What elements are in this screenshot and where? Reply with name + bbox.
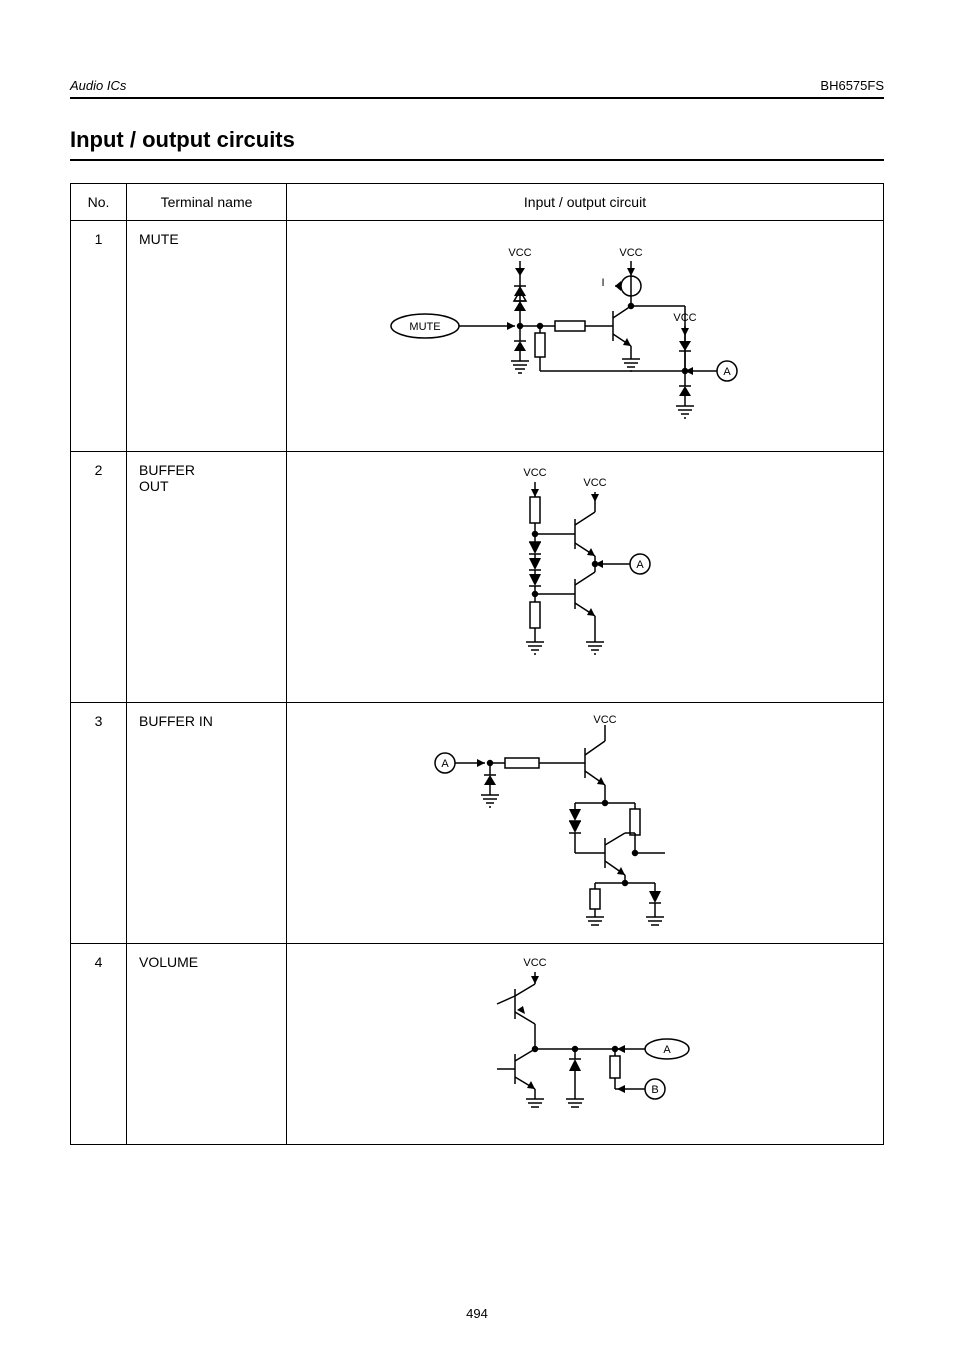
table-row: 2 BUFFER OUT	[71, 452, 884, 703]
label: A	[663, 1044, 671, 1056]
label: MUTE	[409, 321, 440, 333]
row-circuit: MUTE VCC VCC I VCC A	[287, 221, 884, 452]
label: A	[723, 366, 731, 378]
page-header: Audio ICs BH6575FS	[70, 78, 884, 93]
row-no: 2	[71, 452, 127, 703]
row-circuit: VCC A B	[287, 944, 884, 1145]
label: A	[441, 758, 449, 770]
label: VCC	[673, 312, 696, 324]
header-rule	[70, 97, 884, 99]
page-number: 494	[0, 1306, 954, 1321]
circuit-svg: MUTE VCC VCC I VCC A	[355, 231, 815, 441]
section-title: Input / output circuits	[70, 127, 884, 153]
col-name: Terminal name	[127, 184, 287, 221]
doc-id: BH6575FS	[820, 78, 884, 93]
row-no: 4	[71, 944, 127, 1145]
label: VCC	[523, 467, 546, 479]
label: A	[636, 559, 644, 571]
row-no: 1	[71, 221, 127, 452]
label: VCC	[508, 247, 531, 259]
table-row: 3 BUFFER IN	[71, 703, 884, 944]
circuit-svg: VCC VCC A	[445, 462, 725, 692]
brand-text: Audio ICs	[70, 78, 126, 93]
col-circ: Input / output circuit	[287, 184, 884, 221]
row-name: BUFFER IN	[127, 703, 287, 944]
label: B	[651, 1084, 658, 1096]
label: VCC	[523, 957, 546, 969]
row-name: MUTE	[127, 221, 287, 452]
section-rule	[70, 159, 884, 161]
circuit-svg: A VCC	[405, 713, 765, 933]
circuit-svg: VCC A B	[405, 954, 765, 1134]
label: VCC	[593, 714, 616, 726]
label: VCC	[583, 477, 606, 489]
label: I	[601, 277, 604, 289]
row-name: VOLUME	[127, 944, 287, 1145]
io-circuit-table: No. Terminal name Input / output circuit…	[70, 183, 884, 1145]
table-row: 4 VOLUME	[71, 944, 884, 1145]
row-circuit: A VCC	[287, 703, 884, 944]
label: VCC	[619, 247, 642, 259]
col-no: No.	[71, 184, 127, 221]
row-name: BUFFER OUT	[127, 452, 287, 703]
row-circuit: VCC VCC A	[287, 452, 884, 703]
row-no: 3	[71, 703, 127, 944]
table-row: 1 MUTE	[71, 221, 884, 452]
